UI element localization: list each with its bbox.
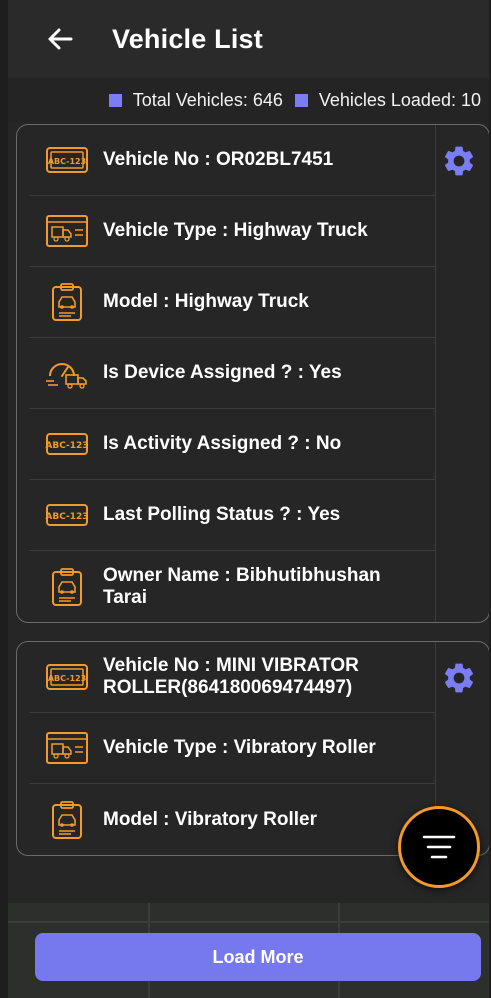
vehicle-detail-row: Vehicle Type : Vibratory Roller <box>29 713 435 784</box>
vehicles-loaded-label: Vehicles Loaded: 10 <box>318 89 481 110</box>
vehicle-detail-row: Model : Vibratory Roller <box>29 784 435 855</box>
vehicle-stats: Total Vehicles: 646 Vehicles Loaded: 10 <box>8 78 489 122</box>
vehicle-detail-text: Model : Highway Truck <box>103 291 309 313</box>
vehicle-details: ABC-123 Vehicle No : MINI VIBRATOR ROLLER… <box>17 642 436 855</box>
license-plate-icon: ABC-123 <box>43 140 91 180</box>
vehicle-detail-row: ABC-123 Last Polling Status ? : Yes <box>29 480 435 551</box>
load-more-button[interactable]: Load More <box>35 933 481 981</box>
vehicle-detail-text: Owner Name : Bibhutibhushan Tarai <box>103 564 381 608</box>
vehicle-detail-text: Last Polling Status ? : Yes <box>103 504 341 526</box>
page-title: Vehicle List <box>112 23 263 54</box>
clipboard-car-icon <box>43 567 91 607</box>
vehicle-detail-row: Owner Name : Bibhutibhushan Tarai <box>29 551 435 622</box>
license-plate-icon: ABC-123 <box>43 657 91 697</box>
legend-square <box>294 93 308 107</box>
clipboard-car-icon <box>43 800 91 840</box>
vehicle-settings-button[interactable] <box>441 660 477 696</box>
filter-fab-button[interactable] <box>398 806 480 888</box>
speedometer-truck-icon <box>43 353 91 393</box>
vehicle-detail-row: Model : Highway Truck <box>29 267 435 338</box>
vehicle-settings-button[interactable] <box>441 143 477 179</box>
vehicle-detail-text: Model : Vibratory Roller <box>103 808 317 830</box>
filter-lines-icon <box>422 835 456 859</box>
gear-icon <box>444 663 474 693</box>
map-road <box>8 921 489 923</box>
vehicle-detail-text: Is Device Assigned ? : Yes <box>103 362 342 384</box>
svg-text:ABC-123: ABC-123 <box>45 512 88 522</box>
total-vehicles-label: Total Vehicles: 646 <box>132 89 283 110</box>
vehicle-detail-row: Vehicle Type : Highway Truck <box>29 196 435 267</box>
app-bar: Vehicle List <box>8 0 489 78</box>
vehicle-detail-row: ABC-123 Vehicle No : MINI VIBRATOR ROLLER… <box>29 642 435 713</box>
vehicle-detail-text: Vehicle Type : Vibratory Roller <box>103 737 376 759</box>
vehicle-detail-row: Is Device Assigned ? : Yes <box>29 338 435 409</box>
vehicle-details: ABC-123 Vehicle No : OR02BL7451 Vehicle Ty… <box>17 125 436 622</box>
vehicle-card[interactable]: ABC-123 Vehicle No : OR02BL7451 Vehicle Ty… <box>16 124 489 623</box>
vehicle-detail-text: Is Activity Assigned ? : No <box>103 433 342 455</box>
abc-plate-icon: ABC-123 <box>43 424 91 464</box>
screen: Vehicle List Total Vehicles: 646 Vehicle… <box>8 0 489 998</box>
vehicle-detail-text: Vehicle No : OR02BL7451 <box>103 149 334 171</box>
gear-icon <box>444 146 474 176</box>
abc-plate-icon: ABC-123 <box>43 495 91 535</box>
truck-document-icon <box>43 728 91 768</box>
truck-document-icon <box>43 211 91 251</box>
vehicle-detail-row: ABC-123 Vehicle No : OR02BL7451 <box>29 125 435 196</box>
clipboard-car-icon <box>43 282 91 322</box>
vehicle-list: ABC-123 Vehicle No : OR02BL7451 Vehicle Ty… <box>16 124 489 874</box>
vehicle-detail-text: Vehicle No : MINI VIBRATOR ROLLER(864180… <box>103 655 359 698</box>
svg-text:ABC-123: ABC-123 <box>48 157 86 166</box>
vehicle-detail-row: ABC-123 Is Activity Assigned ? : No <box>29 409 435 480</box>
legend-square <box>108 93 122 107</box>
arrow-left-icon <box>48 28 73 50</box>
vehicle-detail-text: Vehicle Type : Highway Truck <box>103 220 368 242</box>
svg-text:ABC-123: ABC-123 <box>45 441 88 451</box>
svg-text:ABC-123: ABC-123 <box>48 674 86 683</box>
back-button[interactable] <box>30 9 90 69</box>
